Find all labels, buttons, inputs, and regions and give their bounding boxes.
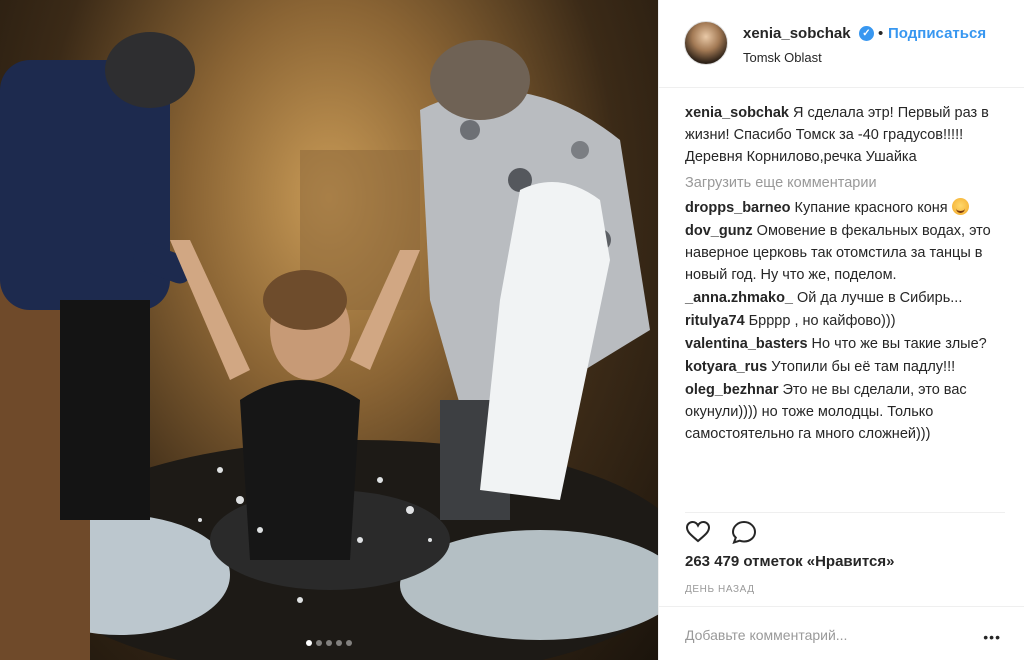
comment-item: ritulya74 Брррр , но кайфово))) — [685, 310, 1005, 332]
smiling-face-emoji-icon — [951, 198, 969, 215]
photo-illustration — [0, 32, 658, 660]
comment-username[interactable]: dropps_barneo — [685, 200, 791, 216]
author-username[interactable]: xenia_sobchak — [743, 25, 851, 42]
more-options-button[interactable]: ••• — [983, 629, 1001, 645]
carousel-dot[interactable] — [346, 640, 352, 646]
carousel-indicator — [0, 640, 658, 646]
comment-item: dropps_barneo Купание красного коня — [685, 197, 1005, 219]
comment-item: kotyara_rus Утопили бы её там падлу!!! — [685, 356, 1005, 378]
comments-list: xenia_sobchak Я сделала этр! Первый раз в… — [685, 102, 1005, 446]
carousel-dot[interactable] — [326, 640, 332, 646]
carousel-dot[interactable] — [316, 640, 322, 646]
comment-username[interactable]: valentina_basters — [685, 336, 808, 352]
caption: xenia_sobchak Я сделала этр! Первый раз в… — [685, 102, 1005, 168]
caption-username[interactable]: xenia_sobchak — [685, 105, 789, 121]
heart-icon[interactable] — [685, 520, 711, 544]
comment-text: Ой да лучше в Сибирь... — [797, 290, 963, 306]
comment-username[interactable]: dov_gunz — [685, 223, 753, 239]
follow-button[interactable]: Подписаться — [888, 25, 986, 42]
carousel-dot[interactable] — [336, 640, 342, 646]
verified-badge-icon: ✓ — [859, 26, 874, 41]
comment-text: Утопили бы её там падлу!!! — [771, 359, 956, 375]
comment-text: Но что же вы такие злые? — [811, 336, 987, 352]
comment-text: Купание красного коня — [794, 200, 948, 216]
add-comment-bar: Добавьте комментарий... ••• — [659, 606, 1024, 660]
comment-item: dov_gunz Омовение в фекальных водах, это … — [685, 220, 1005, 286]
avatar[interactable] — [684, 21, 728, 65]
comment-username[interactable]: oleg_bezhnar — [685, 382, 778, 398]
comment-text: Брррр , но кайфово))) — [748, 313, 896, 329]
comment-username[interactable]: _anna.zhmako_ — [685, 290, 793, 306]
comment-username[interactable]: ritulya74 — [685, 313, 745, 329]
post-side-panel: xenia_sobchak ✓ • Подписаться Tomsk Obla… — [658, 0, 1024, 660]
post-photo[interactable] — [0, 0, 658, 660]
likes-count[interactable]: 263 479 отметок «Нравится» — [685, 553, 894, 570]
comment-item: oleg_bezhnar Это не вы сделали, это вас о… — [685, 379, 1005, 445]
load-more-comments-button[interactable]: Загрузить еще комментарии — [685, 172, 1005, 194]
location-link[interactable]: Tomsk Oblast — [743, 50, 822, 65]
comment-item: valentina_basters Но что же вы такие злые… — [685, 333, 1005, 355]
carousel-dot[interactable] — [306, 640, 312, 646]
comment-input[interactable]: Добавьте комментарий... — [685, 627, 847, 643]
comment-item: _anna.zhmako_ Ой да лучше в Сибирь... — [685, 287, 1005, 309]
header-separator: • — [878, 25, 884, 42]
comment-icon[interactable] — [731, 520, 757, 544]
comment-username[interactable]: kotyara_rus — [685, 359, 767, 375]
post-timestamp[interactable]: ДЕНЬ НАЗАД — [685, 584, 755, 595]
post-header: xenia_sobchak ✓ • Подписаться Tomsk Obla… — [659, 0, 1024, 88]
